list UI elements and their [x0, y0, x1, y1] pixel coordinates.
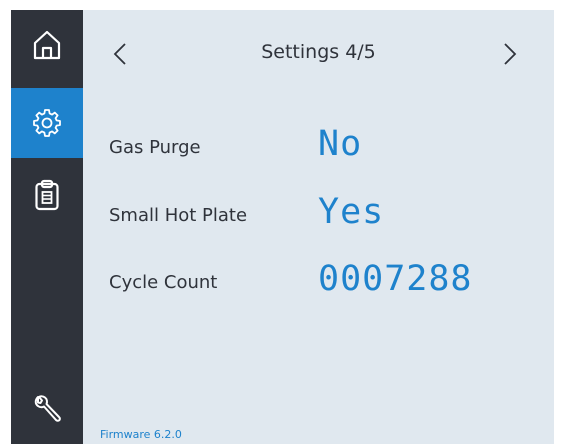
setting-value[interactable]: Yes	[318, 192, 384, 232]
sidebar-item-logs[interactable]	[11, 160, 83, 230]
sidebar-item-settings[interactable]	[11, 88, 83, 158]
clipboard-icon	[35, 179, 59, 211]
setting-row-gas-purge[interactable]: Gas Purge No	[83, 112, 553, 164]
setting-value: 0007288	[318, 259, 473, 299]
setting-row-cycle-count: Cycle Count 0007288	[83, 247, 553, 299]
sidebar-item-home[interactable]	[11, 10, 83, 80]
page-title: Settings 4/5	[261, 41, 376, 63]
home-icon	[33, 30, 61, 60]
setting-row-small-hot-plate[interactable]: Small Hot Plate Yes	[83, 180, 553, 232]
gear-icon	[33, 109, 61, 137]
device-screen: Settings 4/5 Gas Purge No Small Hot Plat…	[11, 10, 554, 444]
sidebar-item-service[interactable]	[11, 374, 83, 444]
chevron-right-icon	[504, 43, 517, 65]
sidebar	[11, 10, 83, 444]
wrench-icon	[34, 395, 61, 422]
setting-label: Cycle Count	[109, 272, 218, 293]
chevron-left-icon	[113, 43, 126, 65]
setting-value[interactable]: No	[318, 124, 362, 164]
next-page-button[interactable]	[495, 38, 525, 70]
previous-page-button[interactable]	[105, 38, 135, 70]
settings-header: Settings 4/5	[83, 32, 554, 76]
setting-label: Gas Purge	[109, 137, 201, 158]
main-content: Settings 4/5 Gas Purge No Small Hot Plat…	[83, 10, 554, 444]
setting-label: Small Hot Plate	[109, 205, 248, 226]
firmware-version: Firmware 6.2.0	[100, 428, 182, 441]
